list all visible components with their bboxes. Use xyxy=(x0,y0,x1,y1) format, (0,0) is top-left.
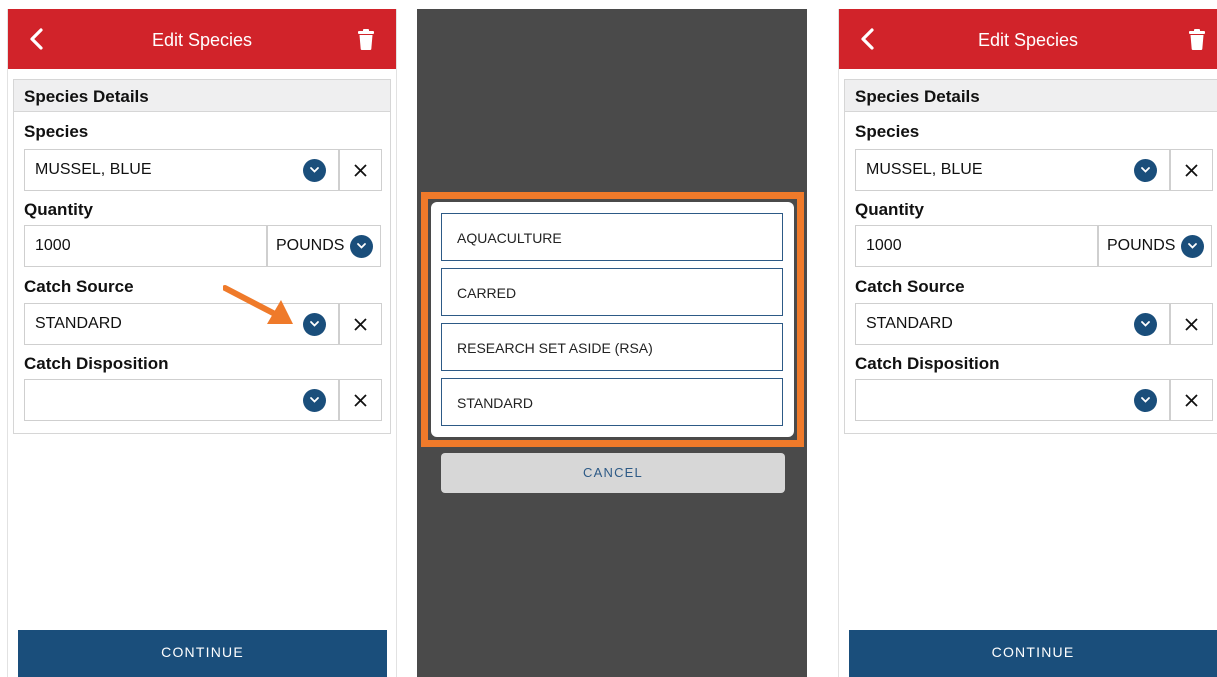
section-title: Species Details xyxy=(14,80,390,112)
chevron-down-icon[interactable] xyxy=(303,313,326,336)
chevron-down-icon[interactable] xyxy=(1181,235,1204,258)
chevron-down-icon[interactable] xyxy=(1134,389,1157,412)
clear-catch-disposition-button[interactable] xyxy=(1170,379,1213,421)
option-aquaculture[interactable]: AQUACULTURE xyxy=(441,213,783,261)
continue-button[interactable]: CONTINUE xyxy=(18,630,387,677)
catch-source-value: STANDARD xyxy=(866,315,953,332)
pointer-arrow-icon xyxy=(222,284,303,334)
catch-disposition-select[interactable] xyxy=(24,379,339,421)
catch-source-picker-overlay: AQUACULTURE CARRED RESEARCH SET ASIDE (R… xyxy=(417,9,807,677)
cancel-button[interactable]: CANCEL xyxy=(441,453,785,493)
unit-value: POUNDS xyxy=(276,237,345,254)
unit-select[interactable]: POUNDS xyxy=(1098,225,1212,267)
clear-species-button[interactable] xyxy=(339,149,382,191)
species-select[interactable]: MUSSEL, BLUE xyxy=(855,149,1170,191)
header-title: Edit Species xyxy=(151,30,253,50)
catch-source-label: Catch Source xyxy=(24,277,134,296)
clear-catch-disposition-button[interactable] xyxy=(339,379,382,421)
catch-disposition-label: Catch Disposition xyxy=(24,354,169,373)
species-value: MUSSEL, BLUE xyxy=(866,161,983,178)
clear-catch-source-button[interactable] xyxy=(339,303,382,345)
quantity-value: 1000 xyxy=(35,237,71,254)
catch-source-value: STANDARD xyxy=(35,315,122,332)
clear-species-button[interactable] xyxy=(1170,149,1213,191)
catch-disposition-select[interactable] xyxy=(855,379,1170,421)
edit-species-screen-left: Edit Species Species Details Species MUS… xyxy=(7,9,397,677)
catch-source-label: Catch Source xyxy=(855,277,965,296)
continue-button[interactable]: CONTINUE xyxy=(849,630,1217,677)
chevron-down-icon[interactable] xyxy=(303,389,326,412)
species-details-panel: Species Details Species MUSSEL, BLUE Qua… xyxy=(13,79,391,434)
species-value: MUSSEL, BLUE xyxy=(35,161,152,178)
section-title: Species Details xyxy=(845,80,1217,112)
quantity-label: Quantity xyxy=(24,200,93,219)
quantity-input[interactable]: 1000 xyxy=(855,225,1098,267)
quantity-label: Quantity xyxy=(855,200,924,219)
chevron-down-icon[interactable] xyxy=(350,235,373,258)
options-sheet: AQUACULTURE CARRED RESEARCH SET ASIDE (R… xyxy=(431,202,794,437)
trash-icon[interactable] xyxy=(358,29,374,50)
unit-select[interactable]: POUNDS xyxy=(267,225,381,267)
chevron-down-icon[interactable] xyxy=(303,159,326,182)
chevron-down-icon[interactable] xyxy=(1134,313,1157,336)
quantity-value: 1000 xyxy=(866,237,902,254)
option-research-set-aside[interactable]: RESEARCH SET ASIDE (RSA) xyxy=(441,323,783,371)
option-carred[interactable]: CARRED xyxy=(441,268,783,316)
option-standard[interactable]: STANDARD xyxy=(441,378,783,426)
edit-species-screen-right: Edit Species Species Details Species MUS… xyxy=(838,9,1217,677)
clear-catch-source-button[interactable] xyxy=(1170,303,1213,345)
chevron-down-icon[interactable] xyxy=(1134,159,1157,182)
species-label: Species xyxy=(24,122,89,141)
trash-icon[interactable] xyxy=(1189,29,1205,50)
quantity-input[interactable]: 1000 xyxy=(24,225,267,267)
catch-source-select[interactable]: STANDARD xyxy=(855,303,1170,345)
header-title: Edit Species xyxy=(977,30,1079,50)
catch-disposition-label: Catch Disposition xyxy=(855,354,1000,373)
species-label: Species xyxy=(855,122,920,141)
species-select[interactable]: MUSSEL, BLUE xyxy=(24,149,339,191)
header-bar: Edit Species xyxy=(839,9,1217,69)
header-bar: Edit Species xyxy=(8,9,396,69)
unit-value: POUNDS xyxy=(1107,237,1176,254)
species-details-panel: Species Details Species MUSSEL, BLUE Qua… xyxy=(844,79,1217,434)
